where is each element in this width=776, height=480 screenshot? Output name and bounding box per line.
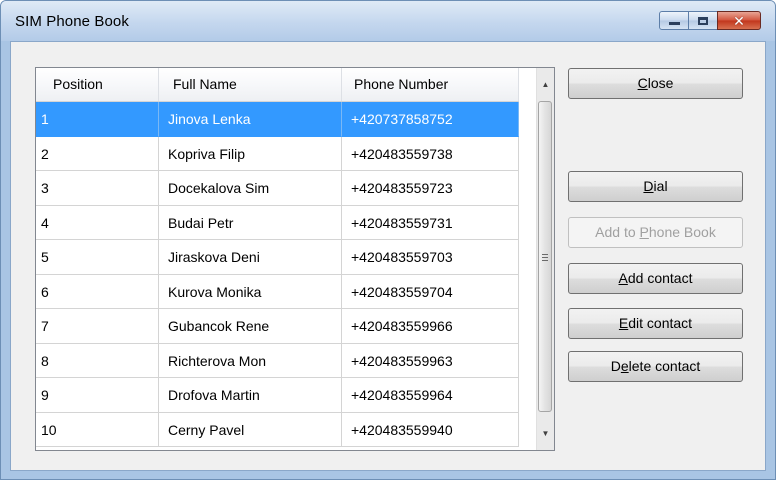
table-row[interactable]: 9 Drofova Martin +420483559964: [36, 378, 519, 413]
table-row[interactable]: 3 Docekalova Sim +420483559723: [36, 171, 519, 206]
column-header-full-name[interactable]: Full Name: [159, 68, 342, 101]
cell-position: 8: [36, 343, 159, 378]
scroll-down-arrow-icon[interactable]: ▼: [537, 425, 554, 442]
close-button[interactable]: Close: [568, 68, 743, 99]
scroll-up-arrow-icon[interactable]: ▲: [537, 76, 554, 93]
cell-position: 7: [36, 309, 159, 344]
phone-book-list[interactable]: Position Full Name Phone Number 1 Jinova …: [35, 67, 555, 451]
scrollbar-grip-icon: [542, 254, 548, 263]
table-row[interactable]: 6 Kurova Monika +420483559704: [36, 274, 519, 309]
cell-position: 5: [36, 240, 159, 275]
table-row[interactable]: 7 Gubancok Rene +420483559966: [36, 309, 519, 344]
caption-buttons: ✕: [659, 11, 761, 30]
cell-full-name: Kurova Monika: [159, 274, 342, 309]
maximize-icon: [698, 16, 708, 25]
column-header-phone-number[interactable]: Phone Number: [342, 68, 519, 101]
title-bar[interactable]: SIM Phone Book ✕: [1, 1, 775, 41]
cell-position: 10: [36, 412, 159, 447]
cell-full-name: Jinova Lenka: [159, 102, 342, 137]
cell-phone-number: +420483559738: [342, 136, 519, 171]
scrollbar-thumb[interactable]: [538, 101, 552, 412]
list-header: Position Full Name Phone Number: [36, 68, 519, 102]
dial-button[interactable]: Dial: [568, 171, 743, 202]
table-row[interactable]: 4 Budai Petr +420483559731: [36, 205, 519, 240]
cell-phone-number: +420483559731: [342, 205, 519, 240]
table-row[interactable]: 8 Richterova Mon +420483559963: [36, 343, 519, 378]
table-row[interactable]: 2 Kopriva Filip +420483559738: [36, 136, 519, 171]
minimize-icon: [668, 22, 680, 25]
cell-full-name: Docekalova Sim: [159, 171, 342, 206]
close-icon: ✕: [733, 12, 745, 29]
cell-position: 2: [36, 136, 159, 171]
close-window-button[interactable]: ✕: [717, 11, 761, 30]
cell-position: 1: [36, 102, 159, 137]
delete-contact-button[interactable]: Delete contact: [568, 351, 743, 382]
column-header-position[interactable]: Position: [36, 68, 159, 101]
cell-full-name: Jiraskova Deni: [159, 240, 342, 275]
window-title: SIM Phone Book: [15, 13, 129, 30]
cell-full-name: Drofova Martin: [159, 378, 342, 413]
cell-phone-number: +420483559966: [342, 309, 519, 344]
cell-phone-number: +420737858752: [342, 102, 519, 137]
cell-phone-number: +420483559703: [342, 240, 519, 275]
cell-position: 3: [36, 171, 159, 206]
cell-phone-number: +420483559940: [342, 412, 519, 447]
vertical-scrollbar[interactable]: ▲ ▼: [536, 68, 554, 450]
cell-position: 6: [36, 274, 159, 309]
maximize-button[interactable]: [688, 11, 718, 30]
cell-phone-number: +420483559963: [342, 343, 519, 378]
add-contact-button[interactable]: Add contact: [568, 263, 743, 294]
minimize-button[interactable]: [659, 11, 689, 30]
cell-phone-number: +420483559704: [342, 274, 519, 309]
cell-full-name: Cerny Pavel: [159, 412, 342, 447]
table-row[interactable]: 10 Cerny Pavel +420483559940: [36, 412, 519, 447]
sim-phone-book-window: SIM Phone Book ✕ Position Full Name Phon…: [0, 0, 776, 480]
cell-full-name: Kopriva Filip: [159, 136, 342, 171]
cell-full-name: Budai Petr: [159, 205, 342, 240]
add-to-phone-book-button[interactable]: Add to Phone Book: [568, 217, 743, 248]
cell-full-name: Richterova Mon: [159, 343, 342, 378]
cell-full-name: Gubancok Rene: [159, 309, 342, 344]
cell-position: 4: [36, 205, 159, 240]
list-body: 1 Jinova Lenka +420737858752 2 Kopriva Filip…: [36, 102, 519, 447]
table-row[interactable]: 5 Jiraskova Deni +420483559703: [36, 240, 519, 275]
table-row[interactable]: 1 Jinova Lenka +420737858752: [36, 102, 519, 137]
cell-phone-number: +420483559964: [342, 378, 519, 413]
edit-contact-button[interactable]: Edit contact: [568, 308, 743, 339]
cell-phone-number: +420483559723: [342, 171, 519, 206]
window-client-area: Position Full Name Phone Number 1 Jinova …: [10, 41, 766, 471]
cell-position: 9: [36, 378, 159, 413]
